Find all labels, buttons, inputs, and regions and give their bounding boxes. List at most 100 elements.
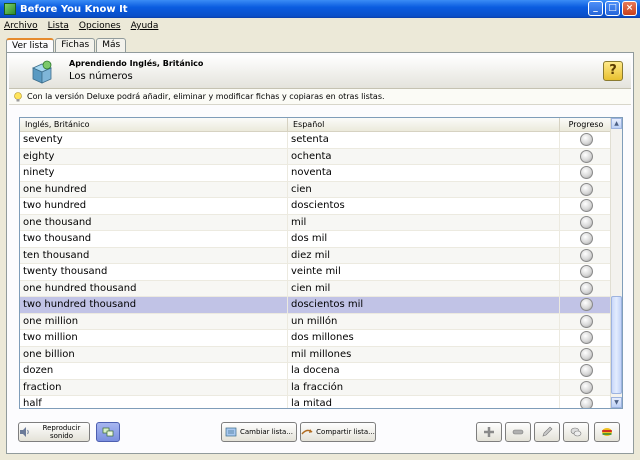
tab-ver-lista[interactable]: Ver lista <box>6 38 55 53</box>
table-row[interactable]: two hundred doscientos <box>20 198 612 215</box>
list-panel: Aprendiendo Inglés, Británico Los número… <box>6 52 634 454</box>
spanish-term: un millón <box>288 313 560 329</box>
progress-cell <box>560 281 612 295</box>
table-row[interactable]: ten thousand diez mil <box>20 247 612 264</box>
english-term: one hundred <box>20 181 288 197</box>
progress-indicator-icon <box>579 182 593 196</box>
progress-cell <box>560 149 612 163</box>
menu-lista[interactable]: Lista <box>48 21 69 31</box>
english-term: one hundred thousand <box>20 280 288 296</box>
progress-indicator-icon <box>579 364 593 378</box>
progress-cell <box>560 166 612 180</box>
table-row[interactable]: eighty ochenta <box>20 148 612 165</box>
play-sound-button[interactable]: Reproducir sonido <box>18 422 90 442</box>
comment-button[interactable] <box>563 422 589 442</box>
table-row[interactable]: two hundred thousand doscientos mil <box>20 297 612 314</box>
spanish-term: mil millones <box>288 346 560 362</box>
progress-indicator-icon <box>579 347 593 361</box>
english-term: one thousand <box>20 214 288 230</box>
shuffle-icon <box>102 427 114 437</box>
table-row[interactable]: ninety noventa <box>20 165 612 182</box>
table-row[interactable]: half la mitad <box>20 396 612 408</box>
change-list-button[interactable]: Cambiar lista... <box>221 422 297 442</box>
table-row[interactable]: fraction la fracción <box>20 379 612 396</box>
english-term: half <box>20 396 288 408</box>
flag-button[interactable] <box>594 422 620 442</box>
scrollbar-thumb[interactable] <box>611 296 622 394</box>
menu-opciones[interactable]: Opciones <box>79 21 121 31</box>
tab-mas[interactable]: Más <box>96 38 127 53</box>
spanish-term: noventa <box>288 165 560 181</box>
progress-indicator-icon <box>579 215 593 229</box>
table-row[interactable]: one hundred cien <box>20 181 612 198</box>
spanish-term: veinte mil <box>288 264 560 280</box>
table-row[interactable]: two million dos millones <box>20 330 612 347</box>
progress-cell <box>560 331 612 345</box>
app-icon <box>32 60 52 84</box>
table-row[interactable]: dozen la docena <box>20 363 612 380</box>
scroll-down-button[interactable]: ▼ <box>611 397 622 408</box>
english-term: seventy <box>20 132 288 148</box>
close-button[interactable]: × <box>622 1 637 16</box>
menu-archivo[interactable]: Archivo <box>4 21 38 31</box>
share-icon <box>301 429 313 435</box>
table-row[interactable]: twenty thousand veinte mil <box>20 264 612 281</box>
progress-cell <box>560 314 612 328</box>
english-term: two hundred thousand <box>20 297 288 313</box>
add-card-button[interactable] <box>476 422 502 442</box>
table-row[interactable]: one thousand mil <box>20 214 612 231</box>
progress-indicator-icon <box>579 199 593 213</box>
spanish-term: doscientos mil <box>288 297 560 313</box>
table-header: Inglés, Británico Español Progreso <box>20 118 612 132</box>
tab-fichas[interactable]: Fichas <box>55 38 96 53</box>
progress-cell <box>560 133 612 147</box>
lightbulb-icon <box>14 91 22 101</box>
spanish-term: cien mil <box>288 280 560 296</box>
table-row[interactable]: one hundred thousand cien mil <box>20 280 612 297</box>
progress-indicator-icon <box>579 331 593 345</box>
english-term: two million <box>20 330 288 346</box>
list-language: Aprendiendo Inglés, Británico <box>69 59 204 68</box>
maximize-button[interactable]: □ <box>605 1 620 16</box>
flag-icon <box>602 428 612 436</box>
share-list-label: Compartir lista... <box>316 428 375 436</box>
change-list-label: Cambiar lista... <box>239 428 294 436</box>
vocabulary-table: Inglés, Británico Español Progreso seven… <box>19 117 623 409</box>
spanish-term: dos millones <box>288 330 560 346</box>
deluxe-notice: Con la versión Deluxe podrá añadir, elim… <box>9 89 631 105</box>
english-term: twenty thousand <box>20 264 288 280</box>
shuffle-button[interactable] <box>96 422 120 442</box>
spanish-term: setenta <box>288 132 560 148</box>
table-row[interactable]: one billion mil millones <box>20 346 612 363</box>
english-term: fraction <box>20 379 288 395</box>
title-bar: Before You Know It _ □ × <box>0 0 640 18</box>
vertical-scrollbar[interactable]: ▲ ▼ <box>610 118 622 408</box>
menu-ayuda[interactable]: Ayuda <box>131 21 159 31</box>
plus-icon <box>484 427 494 437</box>
minimize-button[interactable]: _ <box>588 1 603 16</box>
column-header-english[interactable]: Inglés, Británico <box>20 118 288 131</box>
edit-card-button[interactable] <box>534 422 560 442</box>
progress-cell <box>560 265 612 279</box>
progress-indicator-icon <box>579 133 593 147</box>
column-header-spanish[interactable]: Español <box>288 118 560 131</box>
table-row[interactable]: one million un millón <box>20 313 612 330</box>
column-header-progress[interactable]: Progreso <box>560 118 612 131</box>
remove-card-button[interactable] <box>505 422 531 442</box>
progress-indicator-icon <box>579 314 593 328</box>
progress-indicator-icon <box>579 380 593 394</box>
help-button[interactable]: ? <box>603 61 623 81</box>
table-row[interactable]: two thousand dos mil <box>20 231 612 248</box>
english-term: ninety <box>20 165 288 181</box>
progress-cell <box>560 364 612 378</box>
progress-indicator-icon <box>579 298 593 312</box>
table-row[interactable]: seventy setenta <box>20 132 612 149</box>
spanish-term: cien <box>288 181 560 197</box>
progress-cell <box>560 347 612 361</box>
progress-indicator-icon <box>579 265 593 279</box>
spanish-term: dos mil <box>288 231 560 247</box>
share-list-button[interactable]: Compartir lista... <box>300 422 376 442</box>
tab-strip: Ver lista Fichas Más <box>6 38 127 53</box>
progress-cell <box>560 380 612 394</box>
scroll-up-button[interactable]: ▲ <box>611 118 622 129</box>
